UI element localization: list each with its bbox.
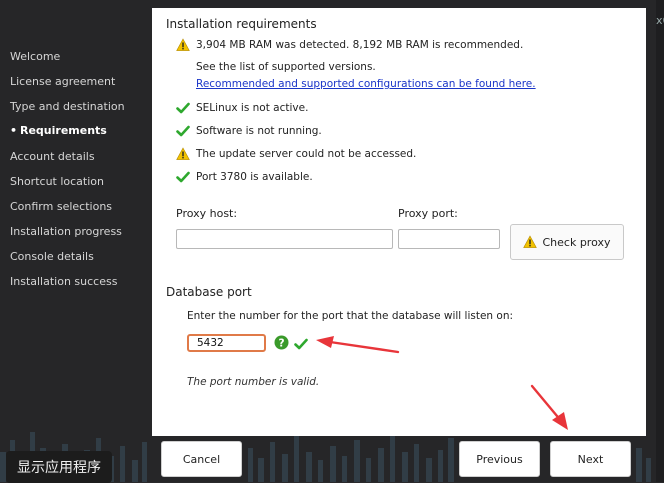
- selinux-text: SELinux is not active.: [196, 102, 309, 114]
- port-available-text: Port 3780 is available.: [196, 171, 313, 183]
- check-proxy-button[interactable]: Check proxy: [510, 224, 624, 260]
- corner-text: x6: [656, 14, 664, 27]
- supported-configurations-link[interactable]: Recommended and supported configurations…: [196, 78, 536, 90]
- sidebar-item-type-and-destination[interactable]: Type and destination: [10, 100, 125, 113]
- sidebar-item-console-details[interactable]: Console details: [10, 250, 94, 263]
- sidebar-item-license-agreement[interactable]: License agreement: [10, 75, 115, 88]
- warning-icon: [176, 38, 190, 51]
- annotation-arrow-icon: [316, 336, 400, 354]
- sidebar-item-label: Confirm selections: [10, 200, 113, 213]
- sidebar-item-label: Installation progress: [10, 225, 122, 238]
- warning-icon: [523, 235, 538, 248]
- sidebar-item-label: Welcome: [10, 50, 61, 63]
- sidebar-item-account-details[interactable]: Account details: [10, 150, 95, 163]
- help-icon[interactable]: ?: [274, 335, 289, 350]
- show-applications-tooltip: 显示应用程序: [6, 451, 112, 483]
- database-port-instruction: Enter the number for the port that the d…: [187, 310, 514, 322]
- sidebar-item-label: Installation success: [10, 275, 118, 288]
- sidebar-item-label: Requirements: [20, 124, 107, 137]
- active-bullet: •: [10, 124, 18, 137]
- sidebar-item-confirm-selections[interactable]: Confirm selections: [10, 200, 112, 213]
- requirement-selinux: SELinux is not active.: [176, 101, 308, 115]
- proxy-port-input[interactable]: [398, 229, 500, 249]
- svg-text:?: ?: [278, 337, 284, 349]
- check-proxy-label: Check proxy: [542, 235, 611, 249]
- port-valid-text: The port number is valid.: [187, 376, 320, 388]
- requirements-title: Installation requirements: [166, 17, 317, 31]
- desktop-edge: [656, 0, 664, 482]
- requirement-software: Software is not running.: [176, 124, 322, 138]
- main-panel: Installation requirements 3,904 MB RAM w…: [152, 8, 646, 436]
- annotation-arrow-icon: [530, 384, 568, 430]
- warning-icon: [176, 147, 190, 160]
- sidebar-item-label: Type and destination: [10, 100, 125, 113]
- update-server-text: The update server could not be accessed.: [196, 148, 417, 160]
- sidebar-item-label: Shortcut location: [10, 175, 104, 188]
- cancel-button[interactable]: Cancel: [161, 441, 242, 477]
- requirement-port: Port 3780 is available.: [176, 170, 313, 184]
- sidebar-item-label: Account details: [10, 150, 95, 163]
- ram-warning-text: 3,904 MB RAM was detected. 8,192 MB RAM …: [196, 39, 524, 51]
- proxy-host-input[interactable]: [176, 229, 393, 249]
- sidebar-item-installation-success[interactable]: Installation success: [10, 275, 117, 288]
- sidebar-item-requirements[interactable]: • Requirements: [10, 124, 107, 137]
- sidebar-item-label: Console details: [10, 250, 94, 263]
- cancel-button-label: Cancel: [182, 452, 221, 466]
- previous-button[interactable]: Previous: [459, 441, 540, 477]
- sidebar-item-label: License agreement: [10, 75, 116, 88]
- sidebar-item-installation-progress[interactable]: Installation progress: [10, 225, 122, 238]
- software-text: Software is not running.: [196, 125, 322, 137]
- sidebar-item-welcome[interactable]: Welcome: [10, 50, 60, 63]
- requirement-update-server: The update server could not be accessed.: [176, 147, 416, 161]
- checkmark-icon: [294, 338, 308, 350]
- proxy-port-label: Proxy port:: [398, 207, 458, 220]
- sidebar-item-shortcut-location[interactable]: Shortcut location: [10, 175, 104, 188]
- proxy-host-label: Proxy host:: [176, 207, 238, 220]
- next-button-label: Next: [577, 452, 604, 466]
- checkmark-icon: [176, 102, 190, 114]
- requirement-ram: 3,904 MB RAM was detected. 8,192 MB RAM …: [176, 38, 523, 52]
- supported-versions-text: See the list of supported versions.: [196, 61, 376, 73]
- checkmark-icon: [176, 171, 190, 183]
- database-port-title: Database port: [166, 285, 252, 299]
- next-button[interactable]: Next: [550, 441, 631, 477]
- wizard-sidebar: Welcome License agreement Type and desti…: [0, 0, 150, 482]
- previous-button-label: Previous: [476, 452, 523, 466]
- checkmark-icon: [176, 125, 190, 137]
- database-port-input[interactable]: [187, 334, 266, 352]
